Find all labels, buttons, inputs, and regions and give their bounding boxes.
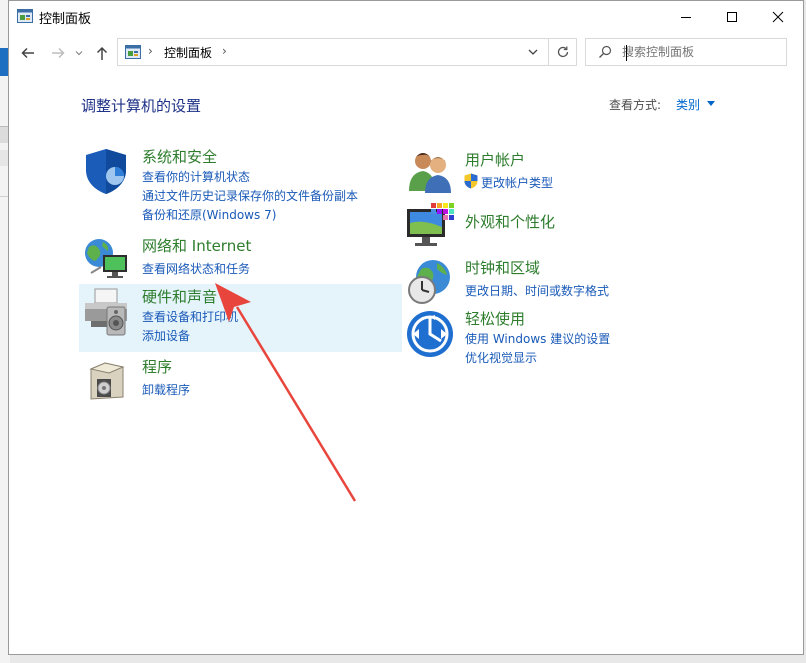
link-use-recommended-settings[interactable]: 使用 Windows 建议的设置 bbox=[465, 330, 610, 347]
category-system-security-title[interactable]: 系统和安全 bbox=[142, 146, 217, 167]
category-hardware-sound-title[interactable]: 硬件和声音 bbox=[142, 286, 217, 307]
category-user-accounts-title[interactable]: 用户帐户 bbox=[465, 149, 525, 170]
link-change-account-type[interactable]: 更改帐户类型 bbox=[481, 174, 553, 191]
maximize-icon bbox=[727, 11, 737, 22]
breadcrumb-separator[interactable]: › bbox=[222, 44, 227, 58]
view-by-dropdown[interactable]: 类别 bbox=[676, 96, 700, 113]
text-cursor bbox=[626, 45, 627, 61]
users-icon[interactable] bbox=[405, 147, 455, 197]
refresh-icon bbox=[557, 46, 568, 58]
programs-box-icon[interactable] bbox=[85, 355, 135, 405]
control-panel-icon bbox=[17, 9, 33, 23]
refresh-button[interactable] bbox=[549, 38, 577, 66]
uac-shield-icon bbox=[464, 173, 478, 189]
arrow-up-icon bbox=[96, 46, 108, 60]
link-add-device[interactable]: 添加设备 bbox=[142, 327, 190, 344]
category-appearance-title[interactable]: 外观和个性化 bbox=[465, 211, 555, 232]
monitor-palette-icon[interactable] bbox=[405, 201, 455, 251]
ease-of-access-icon[interactable] bbox=[405, 309, 455, 359]
recent-locations-button[interactable] bbox=[71, 42, 87, 64]
shield-icon[interactable] bbox=[81, 146, 131, 196]
breadcrumb-control-panel[interactable]: 控制面板 bbox=[164, 44, 212, 61]
link-view-computer-status[interactable]: 查看你的计算机状态 bbox=[142, 168, 250, 185]
link-devices-printers[interactable]: 查看设备和打印机 bbox=[142, 308, 238, 325]
category-ease-of-access-title[interactable]: 轻松使用 bbox=[465, 308, 525, 329]
maximize-button[interactable] bbox=[709, 1, 755, 32]
address-bar[interactable]: › 控制面板 › bbox=[117, 38, 549, 66]
background-window-fragment bbox=[0, 48, 8, 76]
chevron-down-icon bbox=[75, 51, 83, 56]
forward-button[interactable] bbox=[47, 42, 69, 64]
window-title: 控制面板 bbox=[39, 12, 92, 27]
back-button[interactable] bbox=[17, 42, 39, 64]
background-window-fragment bbox=[0, 196, 8, 197]
background-window-fragment bbox=[0, 126, 8, 143]
link-backup-restore[interactable]: 备份和还原(Windows 7) bbox=[142, 206, 276, 223]
category-clock-region-title[interactable]: 时钟和区域 bbox=[465, 257, 540, 278]
link-network-status[interactable]: 查看网络状态和任务 bbox=[142, 260, 250, 277]
chevron-down-icon[interactable] bbox=[526, 45, 540, 59]
link-change-date-time-format[interactable]: 更改日期、时间或数字格式 bbox=[465, 282, 609, 299]
close-icon bbox=[772, 11, 784, 22]
link-file-history-backup[interactable]: 通过文件历史记录保存你的文件备份副本 bbox=[142, 187, 358, 204]
up-button[interactable] bbox=[91, 42, 113, 64]
control-panel-icon bbox=[125, 45, 141, 59]
control-panel-window: 控制面板 › 控制面板 › 搜索控制面板 调整计算机的设置 查看方式: 类别 系… bbox=[8, 0, 804, 655]
link-uninstall-program[interactable]: 卸载程序 bbox=[142, 381, 190, 398]
dropdown-arrow-icon[interactable] bbox=[707, 101, 715, 106]
background-window-fragment bbox=[0, 150, 8, 166]
close-button[interactable] bbox=[755, 1, 801, 32]
clock-globe-icon[interactable] bbox=[405, 257, 455, 307]
arrow-left-icon bbox=[21, 47, 34, 59]
minimize-icon bbox=[681, 16, 691, 18]
search-icon bbox=[599, 45, 612, 58]
category-network-title[interactable]: 网络和 Internet bbox=[142, 235, 251, 256]
search-box[interactable] bbox=[585, 38, 787, 66]
view-by-label: 查看方式: bbox=[609, 98, 662, 112]
search-input[interactable] bbox=[622, 43, 782, 61]
page-heading: 调整计算机的设置 bbox=[81, 97, 202, 115]
arrow-right-icon bbox=[52, 47, 65, 59]
breadcrumb-separator[interactable]: › bbox=[148, 44, 153, 58]
printer-icon[interactable] bbox=[81, 287, 131, 337]
minimize-button[interactable] bbox=[663, 1, 709, 32]
globe-network-icon[interactable] bbox=[81, 233, 131, 283]
title-bar[interactable]: 控制面板 bbox=[9, 1, 803, 32]
category-programs-title[interactable]: 程序 bbox=[142, 356, 172, 377]
link-optimize-visual-display[interactable]: 优化视觉显示 bbox=[465, 349, 537, 366]
